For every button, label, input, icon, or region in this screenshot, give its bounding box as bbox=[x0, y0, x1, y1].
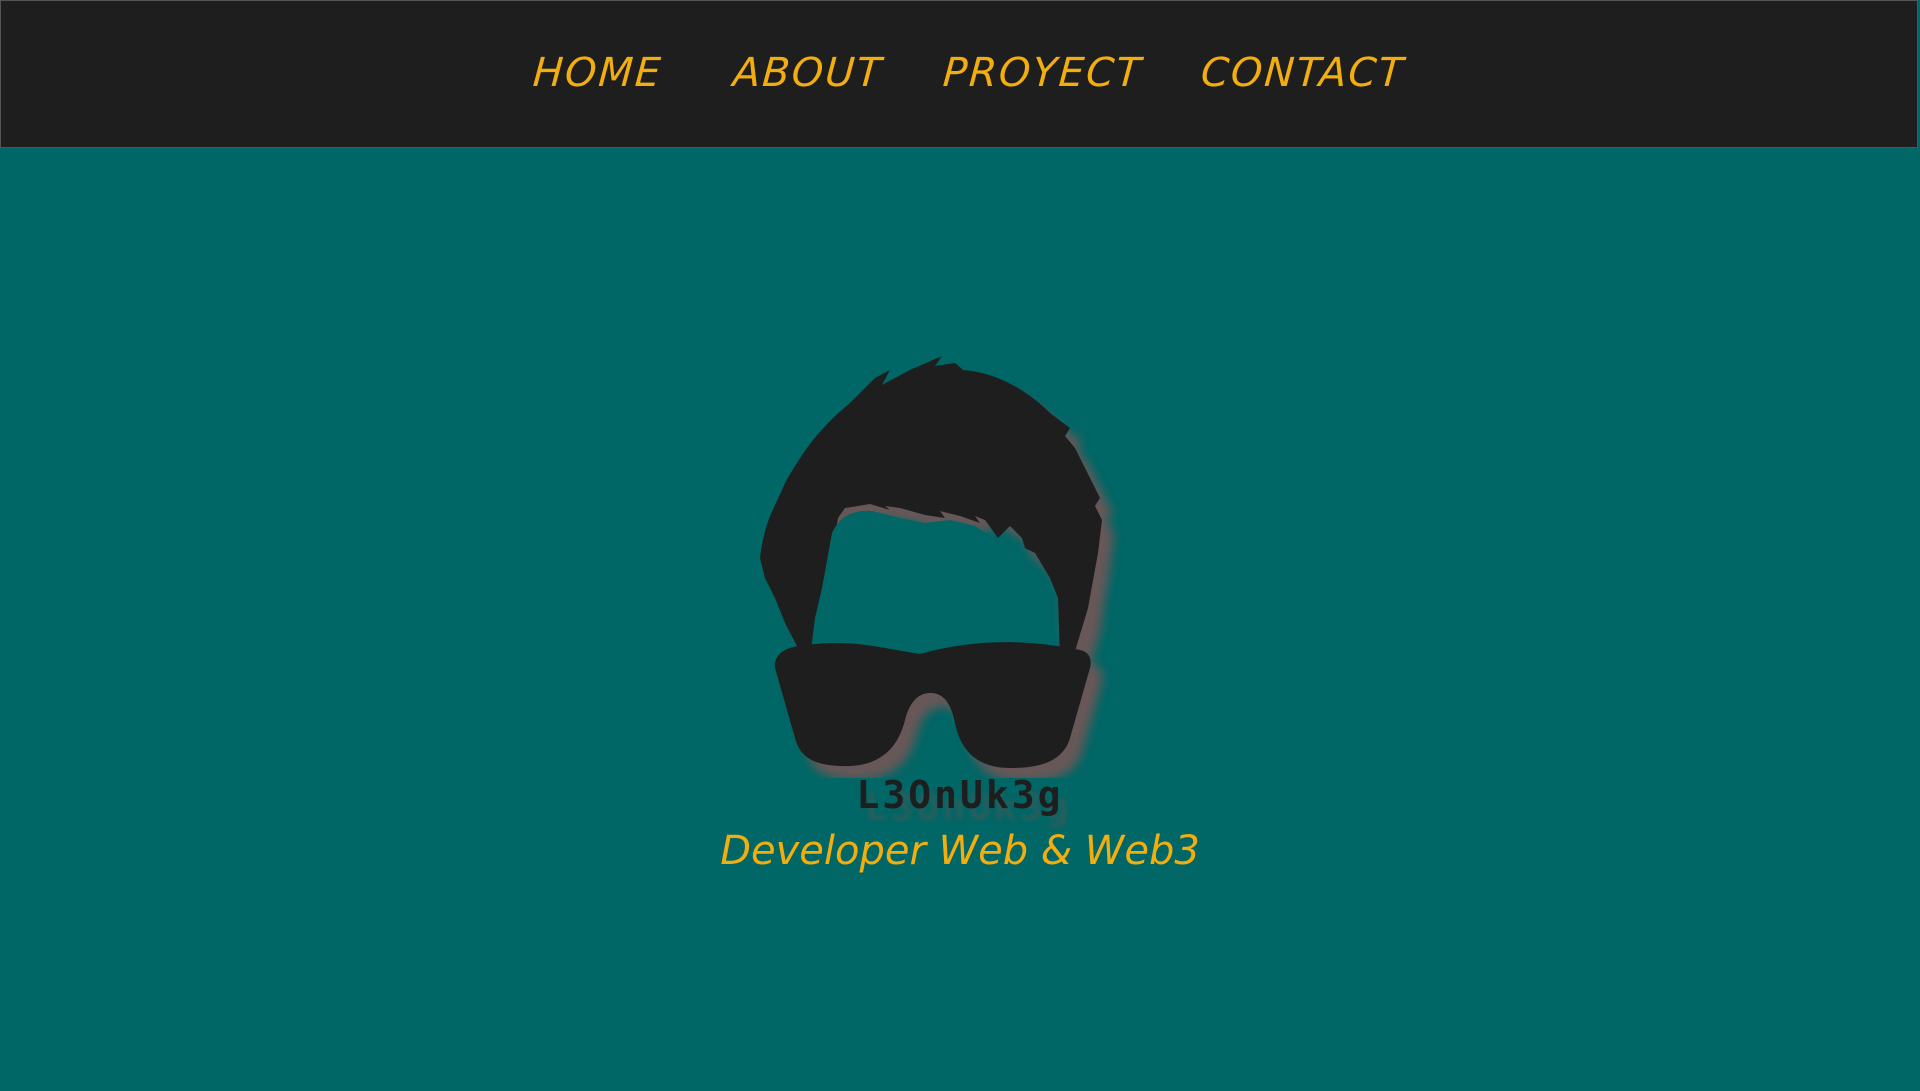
nav-about-link[interactable]: ABOUT bbox=[731, 43, 885, 103]
hero-section: L3OnUk3g Developer Web & Web3 bbox=[0, 148, 1920, 1091]
nav-home-link[interactable]: HOME bbox=[531, 43, 665, 103]
nav-menu: HOME ABOUT PROYECT CONTACT bbox=[1, 43, 1917, 103]
nav-proyect-link[interactable]: PROYECT bbox=[941, 43, 1145, 103]
logo-text: L3OnUk3g bbox=[856, 773, 1064, 817]
navbar: HOME ABOUT PROYECT CONTACT bbox=[0, 0, 1918, 148]
avatar-hair-sunglasses-icon bbox=[760, 356, 1114, 778]
tagline: Developer Web & Web3 bbox=[720, 828, 1200, 874]
nav-contact-link[interactable]: CONTACT bbox=[1199, 43, 1407, 103]
